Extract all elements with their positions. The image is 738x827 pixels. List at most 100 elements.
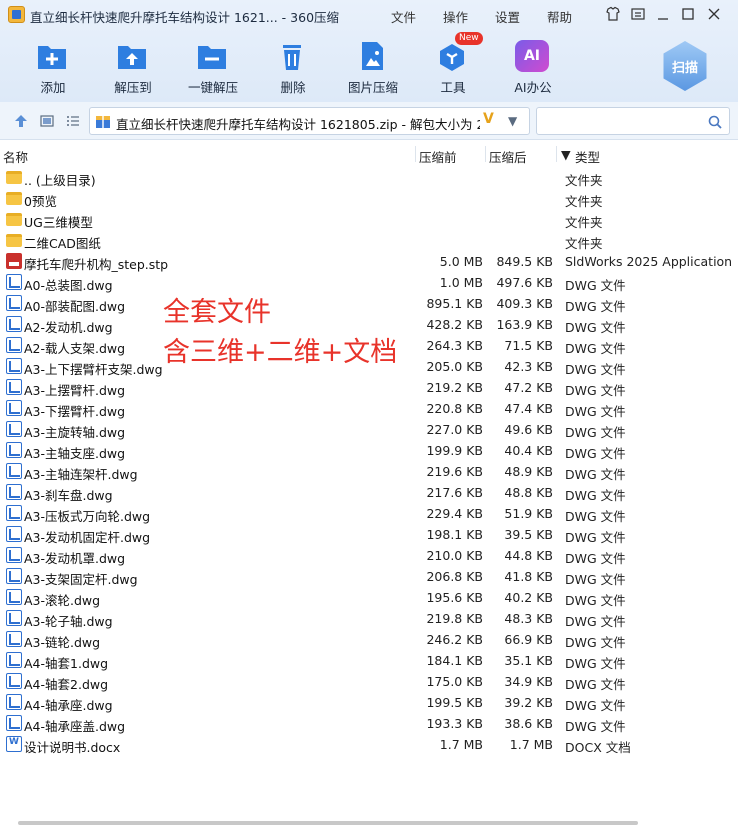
- path-dropdown-icon[interactable]: ▼: [508, 114, 517, 128]
- file-name: A3-刹车盘.dwg: [24, 488, 113, 503]
- file-name: A3-下摆臂杆.dwg: [24, 404, 126, 419]
- file-row[interactable]: A3-发动机固定杆.dwg 198.1 KB 39.5 KB DWG 文件: [0, 524, 738, 545]
- one-click-extract-label: 一键解压: [187, 80, 238, 95]
- file-comp-size: 48.9 KB: [504, 464, 553, 479]
- file-type: DWG 文件: [565, 278, 626, 293]
- dwg-file-icon: [6, 337, 22, 353]
- file-type: SldWorks 2025 Application: [565, 254, 733, 269]
- list-view-icon[interactable]: [65, 113, 81, 129]
- dwg-file-icon: [6, 526, 22, 542]
- file-comp-size: 40.4 KB: [504, 443, 553, 458]
- file-name: A3-上摆臂杆.dwg: [24, 383, 126, 398]
- column-divider[interactable]: [485, 146, 486, 162]
- path-field[interactable]: 直立细长杆快速爬升摩托车结构设计 1621805.zip - 解包大小为 27.…: [89, 107, 530, 135]
- file-row[interactable]: A4-轴承座.dwg 199.5 KB 39.2 KB DWG 文件: [0, 692, 738, 713]
- dwg-file-icon: [6, 505, 22, 521]
- menu-file[interactable]: 文件: [391, 7, 416, 26]
- file-orig-size: 175.0 KB: [426, 674, 483, 689]
- file-row[interactable]: A3-轮子轴.dwg 219.8 KB 48.3 KB DWG 文件: [0, 608, 738, 629]
- file-name: A3-压板式万向轮.dwg: [24, 509, 151, 524]
- file-comp-size: 1.7 MB: [509, 737, 553, 752]
- file-comp-size: 39.5 KB: [504, 527, 553, 542]
- stp-file-icon: [6, 253, 22, 269]
- column-divider[interactable]: [556, 146, 557, 162]
- search-icon[interactable]: [707, 114, 723, 130]
- file-row[interactable]: A4-轴承座盖.dwg 193.3 KB 38.6 KB DWG 文件: [0, 713, 738, 734]
- file-name: A4-轴承座盖.dwg: [24, 719, 126, 734]
- scan-button[interactable]: 扫描: [663, 41, 707, 91]
- file-row[interactable]: A4-轴套2.dwg 175.0 KB 34.9 KB DWG 文件: [0, 671, 738, 692]
- file-type: DWG 文件: [565, 320, 626, 335]
- ai-office-button[interactable]: AI AI办公: [495, 36, 571, 96]
- file-row[interactable]: A3-主轴连架杆.dwg 219.6 KB 48.9 KB DWG 文件: [0, 461, 738, 482]
- skin-icon[interactable]: [605, 6, 621, 22]
- verified-v-icon: V: [483, 111, 494, 127]
- column-orig-size[interactable]: 压缩前: [419, 147, 457, 166]
- dwg-file-icon: [6, 295, 22, 311]
- menu-help[interactable]: 帮助: [547, 7, 572, 26]
- search-field[interactable]: [536, 107, 730, 135]
- file-type: 文件夹: [565, 215, 603, 230]
- file-type: DWG 文件: [565, 698, 626, 713]
- file-type: DWG 文件: [565, 572, 626, 587]
- menu-settings[interactable]: 设置: [495, 7, 520, 26]
- file-row[interactable]: A3-上摆臂杆.dwg 219.2 KB 47.2 KB DWG 文件: [0, 377, 738, 398]
- file-row[interactable]: A3-主旋转轴.dwg 227.0 KB 49.6 KB DWG 文件: [0, 419, 738, 440]
- image-compress-button[interactable]: 图片压缩: [335, 36, 411, 96]
- file-row[interactable]: A3-滚轮.dwg 195.6 KB 40.2 KB DWG 文件: [0, 587, 738, 608]
- file-type: DOCX 文档: [565, 740, 631, 755]
- up-arrow-icon[interactable]: [13, 113, 29, 129]
- file-row[interactable]: .. (上级目录) 文件夹: [0, 167, 738, 188]
- menu-operate[interactable]: 操作: [443, 7, 468, 26]
- maximize-icon[interactable]: [680, 6, 696, 22]
- file-comp-size: 41.8 KB: [504, 569, 553, 584]
- folder-icon: [6, 171, 22, 184]
- file-row[interactable]: A3-主轴支座.dwg 199.9 KB 40.4 KB DWG 文件: [0, 440, 738, 461]
- minimize-icon[interactable]: [655, 6, 671, 22]
- file-row[interactable]: UG三维模型 文件夹: [0, 209, 738, 230]
- close-icon[interactable]: [706, 6, 722, 22]
- column-comp-size[interactable]: 压缩后: [489, 147, 527, 166]
- file-row[interactable]: A3-压板式万向轮.dwg 229.4 KB 51.9 KB DWG 文件: [0, 503, 738, 524]
- column-name[interactable]: 名称: [3, 147, 28, 166]
- file-row[interactable]: A0-总装图.dwg 1.0 MB 497.6 KB DWG 文件: [0, 272, 738, 293]
- file-row[interactable]: 设计说明书.docx 1.7 MB 1.7 MB DOCX 文档: [0, 734, 738, 755]
- file-row[interactable]: 0预览 文件夹: [0, 188, 738, 209]
- thumbnail-view-icon[interactable]: [39, 113, 55, 129]
- column-type[interactable]: 类型: [575, 147, 600, 166]
- dwg-file-icon: [6, 715, 22, 731]
- delete-button[interactable]: 删除: [255, 36, 331, 96]
- column-divider[interactable]: [415, 146, 416, 162]
- tools-label: 工具: [440, 80, 466, 95]
- file-orig-size: 198.1 KB: [426, 527, 483, 542]
- search-input[interactable]: [541, 112, 701, 130]
- horizontal-scrollbar[interactable]: [18, 821, 638, 825]
- sort-desc-icon[interactable]: ▼: [561, 147, 571, 162]
- dwg-file-icon: [6, 484, 22, 500]
- file-comp-size: 71.5 KB: [504, 338, 553, 353]
- file-orig-size: 220.8 KB: [426, 401, 483, 416]
- file-name: A3-发动机罩.dwg: [24, 551, 126, 566]
- file-type: DWG 文件: [565, 719, 626, 734]
- file-row[interactable]: 二维CAD图纸 文件夹: [0, 230, 738, 251]
- file-row[interactable]: 摩托车爬升机构_step.stp 5.0 MB 849.5 KB SldWorks 2…: [0, 251, 738, 272]
- file-name: A0-部装配图.dwg: [24, 299, 126, 314]
- docx-file-icon: [6, 736, 22, 752]
- dwg-file-icon: [6, 379, 22, 395]
- file-row[interactable]: A3-发动机罩.dwg 210.0 KB 44.8 KB DWG 文件: [0, 545, 738, 566]
- file-type: DWG 文件: [565, 614, 626, 629]
- tools-button[interactable]: New 工具: [415, 32, 491, 96]
- file-row[interactable]: A3-链轮.dwg 246.2 KB 66.9 KB DWG 文件: [0, 629, 738, 650]
- file-row[interactable]: A3-刹车盘.dwg 217.6 KB 48.8 KB DWG 文件: [0, 482, 738, 503]
- add-button[interactable]: 添加: [15, 36, 91, 96]
- file-row[interactable]: A3-下摆臂杆.dwg 220.8 KB 47.4 KB DWG 文件: [0, 398, 738, 419]
- file-row[interactable]: A0-部装配图.dwg 895.1 KB 409.3 KB DWG 文件: [0, 293, 738, 314]
- file-row[interactable]: A3-支架固定杆.dwg 206.8 KB 41.8 KB DWG 文件: [0, 566, 738, 587]
- file-orig-size: 219.2 KB: [426, 380, 483, 395]
- one-click-extract-button[interactable]: 一键解压: [175, 36, 251, 96]
- file-type: DWG 文件: [565, 593, 626, 608]
- extract-to-button[interactable]: 解压到: [95, 36, 171, 96]
- menu-icon[interactable]: [630, 6, 646, 22]
- file-name: 摩托车爬升机构_step.stp: [24, 257, 169, 272]
- file-row[interactable]: A4-轴套1.dwg 184.1 KB 35.1 KB DWG 文件: [0, 650, 738, 671]
